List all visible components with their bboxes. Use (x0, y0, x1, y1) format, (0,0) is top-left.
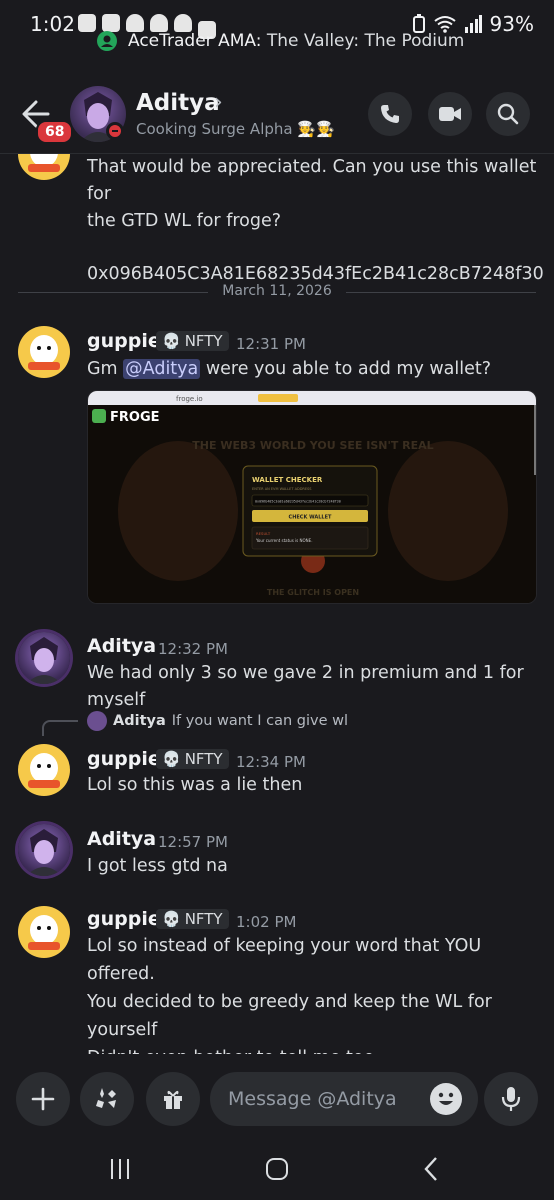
plus-icon (31, 1087, 55, 1111)
search-icon (497, 103, 519, 125)
phone-icon (381, 105, 399, 123)
message-text: Lol so instead of keeping your word that… (87, 932, 554, 1054)
server-tag[interactable]: 💀 NFTY (156, 749, 229, 769)
message-text-part: Gm (87, 359, 124, 379)
skull-icon: 💀 (162, 332, 181, 350)
date-divider: March 11, 2026 (18, 282, 536, 302)
stage-icon (97, 31, 117, 51)
system-nav-bar (0, 1134, 554, 1200)
timestamp: 12:32 PM (158, 640, 228, 658)
video-camera-icon (439, 107, 461, 121)
timestamp: 12:57 PM (158, 833, 228, 851)
embed-result-label: RESULT (256, 531, 271, 536)
chevron-right-icon[interactable]: › (214, 90, 223, 115)
status-emoji: 🧑‍🍳🧑‍🍳 (297, 120, 335, 138)
unread-badge: 68 (36, 120, 74, 144)
recents-icon (111, 1159, 129, 1179)
signal-icon (464, 15, 482, 33)
timestamp: 1:02 PM (236, 913, 297, 931)
recent-apps-button[interactable] (100, 1154, 140, 1184)
message-line: Lol so instead of keeping your word that… (87, 936, 482, 984)
embed-panel-address: 0x096b405c3a81e68235d43fec2b41c28cb7248f… (255, 500, 341, 504)
timestamp: 12:31 PM (236, 335, 306, 353)
message-author[interactable]: Aditya (87, 635, 156, 657)
message-text: I got less gtd na (87, 856, 228, 876)
add-attachment-button[interactable] (16, 1072, 70, 1126)
date-label: March 11, 2026 (222, 283, 332, 299)
video-call-button[interactable] (428, 92, 472, 136)
avatar[interactable] (18, 154, 70, 180)
home-button[interactable] (257, 1154, 297, 1184)
battery-level: 93% (489, 12, 534, 36)
header-username[interactable]: Aditya (136, 90, 220, 116)
avatar[interactable] (18, 824, 70, 876)
message-author[interactable]: Aditya (87, 828, 156, 850)
message-text: Gm @Aditya were you able to add my walle… (87, 356, 491, 383)
embed-panel-button: CHECK WALLET (289, 515, 333, 521)
microphone-icon (501, 1087, 521, 1111)
reply-preview[interactable]: Aditya If you want I can give wl (87, 711, 348, 731)
server-tag-label: NFTY (184, 332, 223, 350)
message-author[interactable]: guppie (87, 330, 161, 352)
message-line: Didn't even bother to tell me too (87, 1044, 554, 1054)
embed-panel-sub: ENTER AN EVM WALLET ADDRESS (252, 487, 312, 491)
clock: 1:02 (30, 12, 75, 36)
message-line: You decided to be greedy and keep the WL… (87, 992, 492, 1040)
message-line: That would be appreciated. Can you use t… (87, 157, 537, 205)
message-line: the GTD WL for froge? (87, 211, 282, 232)
message-text-part: were you able to add my wallet? (200, 359, 492, 379)
banner-channel: The Valley: The Podium (266, 31, 465, 51)
server-tag-label: NFTY (184, 910, 223, 928)
image-attachment[interactable]: froge.io FROGE THE WEB3 WORLD YOU SEE IS… (87, 390, 537, 604)
skull-icon: 💀 (162, 750, 181, 768)
voice-message-button[interactable] (484, 1072, 538, 1126)
reply-text: If you want I can give wl (171, 713, 348, 729)
search-button[interactable] (486, 92, 530, 136)
avatar[interactable] (18, 326, 70, 378)
message-text: We had only 3 so we gave 2 in premium an… (87, 663, 524, 711)
message-list[interactable]: That would be appreciated. Can you use t… (0, 154, 554, 1054)
status-text: Cooking Surge Alpha (136, 120, 293, 138)
skull-icon: 💀 (162, 910, 181, 928)
message-icon (78, 14, 96, 32)
avatar[interactable] (18, 906, 70, 958)
custom-status: Cooking Surge Alpha 🧑‍🍳🧑‍🍳 (136, 120, 335, 138)
message-text: Lol so this was a lie then (87, 775, 303, 795)
apps-button[interactable] (80, 1072, 134, 1126)
back-chevron-icon (424, 1157, 437, 1181)
reply-author: Aditya (113, 713, 166, 729)
embed-footer: THE GLITCH IS OPEN (267, 588, 359, 597)
emoji-icon[interactable] (430, 1083, 462, 1115)
gift-icon (164, 1090, 182, 1109)
embed-panel-title: WALLET CHECKER (252, 476, 323, 484)
embed-result-text: Your current status is NONE. (255, 538, 312, 543)
server-tag[interactable]: 💀 NFTY (156, 331, 229, 351)
reply-avatar (87, 711, 107, 731)
reply-connector (42, 720, 78, 736)
dnd-status-icon (106, 122, 124, 140)
user-mention[interactable]: @Aditya (123, 359, 201, 379)
home-icon (266, 1158, 288, 1180)
banner-app: AceTrader AMA: (128, 31, 262, 51)
message-author[interactable]: guppie (87, 908, 161, 930)
embed-url: froge.io (176, 395, 203, 403)
avatar[interactable] (18, 744, 70, 796)
embed-headline: THE WEB3 WORLD YOU SEE ISN'T REAL (192, 439, 433, 452)
message-author[interactable]: guppie (87, 748, 161, 770)
gift-button[interactable] (146, 1072, 200, 1126)
server-tag[interactable]: 💀 NFTY (156, 909, 229, 929)
live-stage-banner[interactable]: AceTrader AMA: The Valley: The Podium (96, 30, 464, 52)
message-composer (0, 1064, 554, 1134)
server-tag-label: NFTY (184, 750, 223, 768)
message-text: That would be appreciated. Can you use t… (87, 154, 554, 289)
avatar[interactable] (18, 632, 70, 684)
embed-brand: FROGE (110, 410, 160, 425)
voice-call-button[interactable] (368, 92, 412, 136)
dm-header: 68 Aditya › Cooking Surge Alpha 🧑‍🍳🧑‍🍳 (0, 70, 554, 154)
timestamp: 12:34 PM (236, 753, 306, 771)
back-button[interactable] (412, 1154, 452, 1184)
apps-icon (96, 1088, 116, 1108)
